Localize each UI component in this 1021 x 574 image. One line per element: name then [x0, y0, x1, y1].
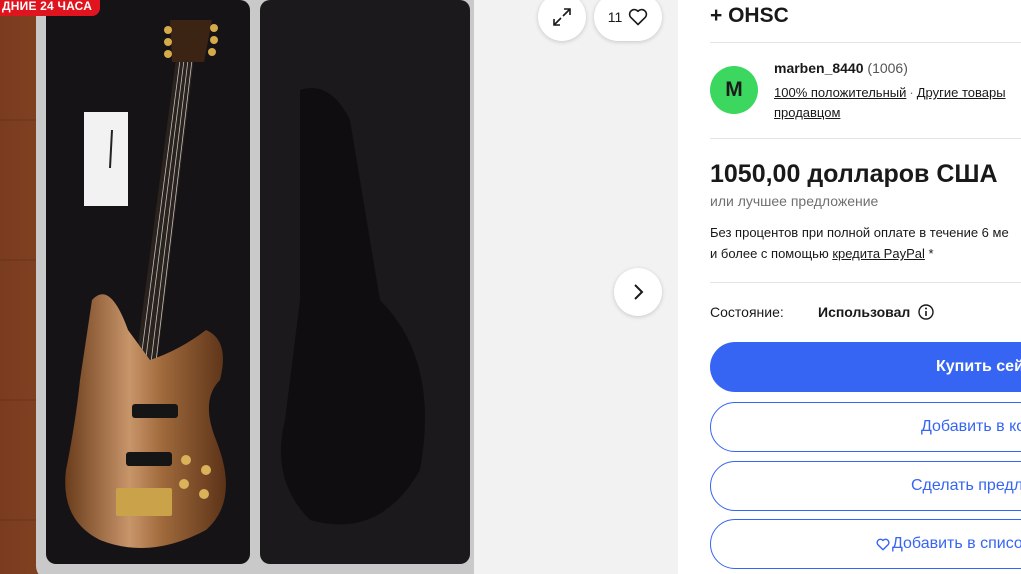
seller-links: 100% положительный · Другие товары продавц… — [774, 83, 1021, 123]
financing-text: Без процентов при полной оплате в течени… — [710, 222, 1021, 264]
listing-photo[interactable]: ДНИЕ 24 ЧАСА — [0, 0, 474, 574]
heart-icon — [876, 538, 890, 550]
condition-value: Использовал — [818, 304, 911, 320]
best-offer-text: или лучшее предложение — [710, 193, 879, 209]
make-offer-button[interactable]: Сделать предл — [710, 461, 1021, 511]
next-image-button[interactable] — [614, 268, 662, 316]
heart-icon — [629, 8, 648, 26]
divider — [710, 282, 1021, 283]
paypal-credit-link[interactable]: кредита PayPal — [832, 246, 925, 261]
financing-line-2: и более с помощью — [710, 246, 833, 261]
listing-details-panel: + OHSC M marben_8440 (1006) 100% положит… — [678, 0, 1021, 574]
divider — [710, 42, 1021, 43]
condition-label: Состояние: — [710, 304, 784, 320]
separator: · — [909, 85, 914, 100]
seller-info: marben_8440 (1006) — [774, 60, 908, 76]
listing-title: + OHSC — [710, 4, 789, 27]
seller-name[interactable]: marben_8440 — [774, 60, 864, 76]
watchers-count: 11 — [607, 9, 623, 25]
seller-positive-feedback-link[interactable]: 100% положительный — [774, 85, 906, 100]
add-to-watchlist-label: Добавить в списо — [892, 535, 1021, 552]
watchers-button[interactable]: 11 — [594, 0, 662, 41]
seller-other-items-link[interactable]: Другие товары — [917, 85, 1006, 100]
expand-button[interactable] — [538, 0, 586, 41]
info-icon[interactable] — [918, 304, 934, 320]
seller-feedback-count: (1006) — [867, 60, 908, 76]
financing-asterisk: * — [924, 246, 934, 261]
add-to-watchlist-button[interactable]: Добавить в списо — [710, 519, 1021, 569]
seller-other-items-link-continued[interactable]: продавцом — [774, 105, 840, 120]
seller-avatar[interactable]: M — [710, 66, 758, 114]
divider — [710, 138, 1021, 139]
expand-icon — [553, 8, 571, 26]
chevron-right-icon — [634, 284, 644, 300]
image-gallery: ДНИЕ 24 ЧАСА 11 — [0, 0, 678, 574]
financing-line-1: Без процентов при полной оплате в течени… — [710, 225, 1009, 240]
buy-now-button[interactable]: Купить сей — [710, 342, 1021, 392]
condition-value-row: Использовал — [818, 304, 934, 320]
add-to-cart-button[interactable]: Добавить в ко — [710, 402, 1021, 452]
price: 1050,00 долларов США — [710, 160, 998, 188]
guitar-in-case-image — [0, 0, 474, 574]
time-left-badge: ДНИЕ 24 ЧАСА — [0, 0, 101, 16]
